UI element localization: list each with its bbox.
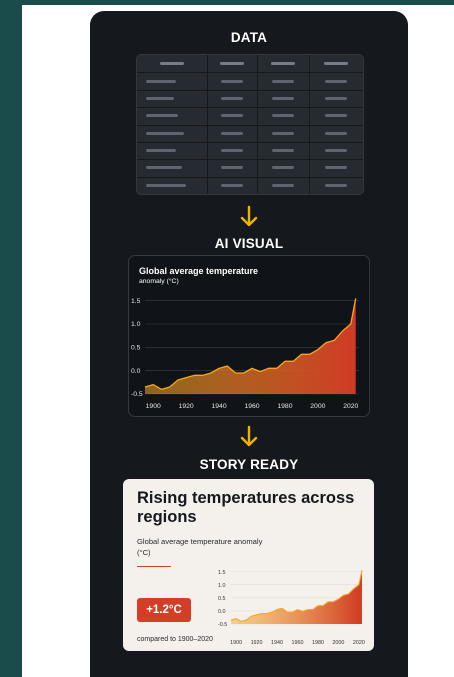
table-cell-placeholder — [272, 114, 294, 118]
story-card: Rising temperatures across regions Globa… — [123, 479, 374, 651]
y-tick-label: 0.5 — [131, 345, 141, 352]
table-header-cell-placeholder — [160, 62, 184, 66]
table-row-divider — [137, 141, 363, 143]
data-table-graphic — [136, 54, 364, 195]
top-background-band — [0, 0, 454, 5]
y-tick-label: -0.5 — [218, 622, 227, 628]
x-tick-label: 1900 — [146, 403, 161, 410]
x-tick-label: 1900 — [230, 640, 242, 646]
table-cell-placeholder — [221, 183, 243, 187]
table-cell-placeholder — [146, 183, 186, 187]
x-tick-label: 1960 — [244, 403, 259, 410]
arrow-down-icon — [240, 425, 258, 447]
table-cell-placeholder — [146, 79, 176, 83]
x-tick-label: 2020 — [353, 640, 365, 646]
table-row-divider — [137, 107, 363, 109]
left-background-band — [0, 0, 22, 677]
temperature-chart: -0.5 0.0 0.5 1.0 1.5 1900 1920 1940 1960 1980 2000… — [131, 298, 359, 410]
table-cell-placeholder — [221, 79, 243, 83]
pipeline-panel: DATA AI VISUAL Global average temperatur… — [90, 11, 408, 677]
table-cell-placeholder — [325, 149, 347, 153]
table-row-divider — [137, 176, 363, 178]
y-tick-label: 0.5 — [218, 596, 226, 602]
table-cell-placeholder — [325, 166, 347, 170]
data-step-label: DATA — [230, 30, 268, 45]
table-cell-placeholder — [272, 79, 294, 83]
temperature-area — [231, 570, 362, 624]
table-cell-placeholder — [325, 79, 347, 83]
table-cell-placeholder — [325, 114, 347, 118]
table-row-divider — [137, 72, 363, 74]
story-temperature-chart: -0.5 0.0 0.5 1.0 1.5 1900 1920 1940 1960 1980 2000… — [218, 570, 365, 646]
table-cell-placeholder — [221, 149, 243, 153]
table-row-divider — [137, 159, 363, 161]
table-cell-placeholder — [146, 96, 174, 100]
x-tick-label: 1980 — [277, 403, 292, 410]
table-cell-placeholder — [272, 166, 294, 170]
table-cell-placeholder — [325, 96, 347, 100]
table-cell-placeholder — [146, 149, 176, 153]
arrow-down-icon — [240, 205, 258, 227]
table-cell-placeholder — [272, 183, 294, 187]
table-header-cell-placeholder — [220, 62, 244, 66]
table-cell-placeholder — [272, 149, 294, 153]
table-cell-placeholder — [272, 131, 294, 135]
x-tick-label: 1940 — [212, 403, 227, 410]
x-tick-label: 1920 — [251, 640, 263, 646]
table-cell-placeholder — [221, 131, 243, 135]
x-tick-label: 1920 — [179, 403, 194, 410]
x-tick-label: 1940 — [271, 640, 283, 646]
x-tick-label: 2020 — [343, 403, 358, 410]
table-cell-placeholder — [325, 183, 347, 187]
table-cell-placeholder — [221, 96, 243, 100]
ai-visual-chart-card: Global average temperature anomaly (°C) … — [128, 255, 370, 417]
y-tick-label: -0.5 — [131, 391, 143, 398]
table-cell-placeholder — [146, 114, 178, 118]
y-tick-label: 0.0 — [131, 368, 141, 375]
temperature-area — [145, 298, 356, 394]
y-tick-label: 1.5 — [131, 298, 141, 305]
x-tick-label: 1960 — [292, 640, 304, 646]
ai-visual-step-label: AI VISUAL — [214, 236, 284, 251]
table-cell-placeholder — [272, 96, 294, 100]
table-cell-placeholder — [221, 114, 243, 118]
table-header-cell-placeholder — [271, 62, 295, 66]
table-cell-placeholder — [146, 131, 184, 135]
table-row-divider — [137, 124, 363, 126]
table-header-cell-placeholder — [324, 62, 348, 66]
y-tick-label: 0.0 — [218, 609, 226, 615]
x-tick-label: 2000 — [310, 403, 325, 410]
story-ready-step-label: STORY READY — [199, 457, 299, 472]
y-tick-label: 1.0 — [131, 321, 141, 328]
x-tick-label: 2000 — [332, 640, 344, 646]
y-tick-label: 1.0 — [218, 583, 226, 589]
table-cell-placeholder — [325, 131, 347, 135]
x-tick-label: 1980 — [312, 640, 324, 646]
table-row-divider — [137, 89, 363, 91]
table-cell-placeholder — [146, 166, 182, 170]
table-cell-placeholder — [221, 166, 243, 170]
y-tick-label: 1.5 — [218, 570, 226, 576]
